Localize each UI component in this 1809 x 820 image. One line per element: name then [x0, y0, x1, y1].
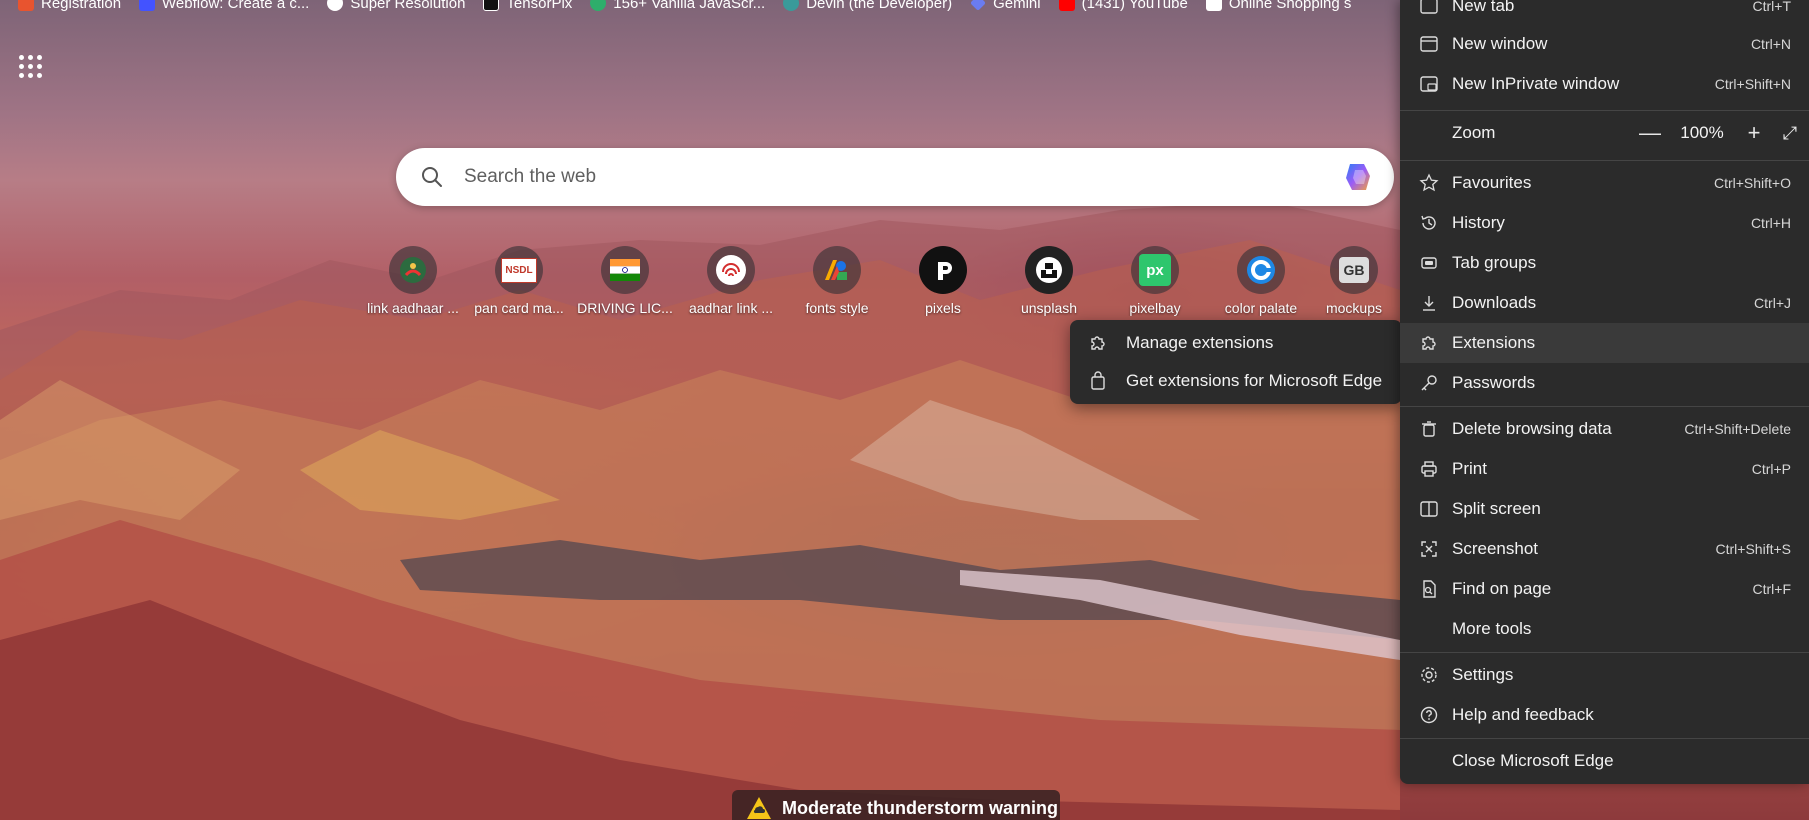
- aadhaar-icon: [389, 246, 437, 294]
- split-screen-icon: [1418, 498, 1440, 520]
- favorite-gemini[interactable]: Gemini: [970, 0, 1041, 12]
- menu-new-tab[interactable]: New tab Ctrl+T: [1400, 0, 1809, 26]
- menu-new-inprivate-window[interactable]: New InPrivate window Ctrl+Shift+N: [1400, 64, 1809, 104]
- shopping-bag-icon: [1091, 371, 1105, 390]
- trash-icon: [1418, 418, 1440, 440]
- tensorpix-favicon-icon: [483, 0, 500, 11]
- puzzle-icon: [1091, 336, 1105, 350]
- quick-link-tile[interactable]: px pixelbay: [1102, 246, 1208, 316]
- zoom-controls: — 100% + ⤢: [1632, 120, 1808, 146]
- menu-new-window[interactable]: New window Ctrl+N: [1400, 24, 1809, 64]
- menu-downloads[interactable]: Downloads Ctrl+J: [1400, 283, 1809, 323]
- menu-settings[interactable]: Settings: [1400, 655, 1809, 695]
- youtube-favicon-icon: [1058, 0, 1075, 11]
- quick-links: link aadhaar ... NSDL pan card ma... DRI…: [360, 246, 1400, 316]
- vanilla-js-favicon-icon: [590, 0, 607, 11]
- zoom-level: 100%: [1680, 123, 1724, 142]
- quick-link-tile[interactable]: pixels: [890, 246, 996, 316]
- menu-history[interactable]: History Ctrl+H: [1400, 203, 1809, 243]
- menu-tab-groups[interactable]: Tab groups: [1400, 243, 1809, 283]
- unsplash-icon: [1025, 246, 1073, 294]
- quick-link-tile[interactable]: unsplash: [996, 246, 1102, 316]
- favorite-vanilla-js[interactable]: 156+ Vanilla JavaScr...: [590, 0, 765, 12]
- menu-delete-browsing-data[interactable]: Delete browsing data Ctrl+Shift+Delete: [1400, 409, 1809, 449]
- menu-screenshot[interactable]: Screenshot Ctrl+Shift+S: [1400, 529, 1809, 569]
- amazon-favicon-icon: [1205, 0, 1222, 11]
- weather-alert[interactable]: Moderate thunderstorm warning: [732, 790, 1060, 820]
- screenshot-icon: [1418, 538, 1440, 560]
- apps-launcher-icon[interactable]: [18, 54, 42, 78]
- favorite-youtube[interactable]: (1431) YouTube: [1058, 0, 1188, 12]
- find-icon: [1418, 578, 1440, 600]
- browser-settings-menu: New tab Ctrl+T New window Ctrl+N New InP…: [1400, 0, 1809, 784]
- webflow-favicon-icon: [139, 0, 156, 11]
- menu-zoom: Zoom — 100% + ⤢: [1400, 113, 1809, 153]
- gb-icon: GB: [1330, 246, 1378, 294]
- history-icon: [1418, 212, 1440, 234]
- super-resolution-favicon-icon: [327, 0, 344, 11]
- quick-link-tile[interactable]: GB mockups: [1314, 246, 1394, 316]
- help-icon: [1418, 704, 1440, 726]
- menu-favourites[interactable]: Favourites Ctrl+Shift+O: [1400, 163, 1809, 203]
- registration-favicon-icon: [18, 0, 34, 11]
- favorites-bar: Registration Webflow: Create a c... Supe…: [0, 0, 1400, 14]
- gemini-favicon-icon: [970, 0, 987, 11]
- fullscreen-icon[interactable]: ⤢: [1772, 123, 1808, 144]
- search-icon: [422, 167, 442, 187]
- search-box[interactable]: Search the web: [396, 148, 1394, 206]
- quick-link-tile[interactable]: DRIVING LIC...: [572, 246, 678, 316]
- india-flag-icon: [601, 246, 649, 294]
- favorite-online-shopping[interactable]: Online Shopping s: [1205, 0, 1351, 12]
- nsdl-icon: NSDL: [495, 246, 543, 294]
- menu-divider: [1400, 406, 1809, 407]
- favorite-registration[interactable]: Registration: [18, 0, 121, 12]
- quick-link-tile[interactable]: aadhar link ...: [678, 246, 784, 316]
- menu-find-on-page[interactable]: Find on page Ctrl+F: [1400, 569, 1809, 609]
- download-icon: [1418, 292, 1440, 314]
- fingerprint-icon: [707, 246, 755, 294]
- manage-extensions-item[interactable]: Manage extensions: [1070, 324, 1402, 362]
- favorite-tensorpix[interactable]: TensorPix: [483, 0, 572, 12]
- menu-passwords[interactable]: Passwords: [1400, 363, 1809, 403]
- menu-divider: [1400, 160, 1809, 161]
- menu-more-tools[interactable]: More tools: [1400, 609, 1809, 649]
- devin-favicon-icon: [783, 0, 800, 11]
- pixabay-icon: px: [1131, 246, 1179, 294]
- new-tab-icon: [1418, 0, 1440, 17]
- zoom-in-button[interactable]: +: [1736, 120, 1772, 146]
- copilot-icon[interactable]: [1340, 158, 1378, 196]
- quick-link-tile[interactable]: fonts style: [784, 246, 890, 316]
- menu-help-and-feedback[interactable]: Help and feedback: [1400, 695, 1809, 735]
- color-palette-icon: [1237, 246, 1285, 294]
- menu-close-microsoft-edge[interactable]: Close Microsoft Edge: [1400, 741, 1809, 781]
- pexels-icon: [919, 246, 967, 294]
- search-input[interactable]: Search the web: [464, 166, 1340, 188]
- gear-icon: [1418, 664, 1440, 686]
- google-fonts-icon: [813, 246, 861, 294]
- storm-warning-icon: [747, 797, 771, 819]
- menu-divider: [1400, 652, 1809, 653]
- extensions-submenu: Manage extensions Get extensions for Mic…: [1070, 320, 1402, 404]
- quick-link-tile[interactable]: link aadhaar ...: [360, 246, 466, 316]
- star-icon: [1418, 172, 1440, 194]
- menu-divider: [1400, 738, 1809, 739]
- inprivate-icon: [1418, 73, 1440, 95]
- menu-print[interactable]: Print Ctrl+P: [1400, 449, 1809, 489]
- zoom-out-button[interactable]: —: [1632, 120, 1668, 146]
- quick-link-tile[interactable]: NSDL pan card ma...: [466, 246, 572, 316]
- puzzle-icon: [1418, 332, 1440, 354]
- quick-link-tile[interactable]: color palate: [1208, 246, 1314, 316]
- tab-groups-icon: [1418, 252, 1440, 274]
- menu-divider: [1400, 110, 1809, 111]
- key-icon: [1418, 372, 1440, 394]
- favorite-devin[interactable]: Devin (the Developer): [783, 0, 952, 12]
- favorite-webflow[interactable]: Webflow: Create a c...: [139, 0, 309, 12]
- printer-icon: [1418, 458, 1440, 480]
- new-window-icon: [1418, 33, 1440, 55]
- get-extensions-item[interactable]: Get extensions for Microsoft Edge: [1070, 362, 1402, 400]
- menu-extensions[interactable]: Extensions: [1400, 323, 1809, 363]
- favorite-super-resolution[interactable]: Super Resolution: [327, 0, 465, 12]
- menu-split-screen[interactable]: Split screen: [1400, 489, 1809, 529]
